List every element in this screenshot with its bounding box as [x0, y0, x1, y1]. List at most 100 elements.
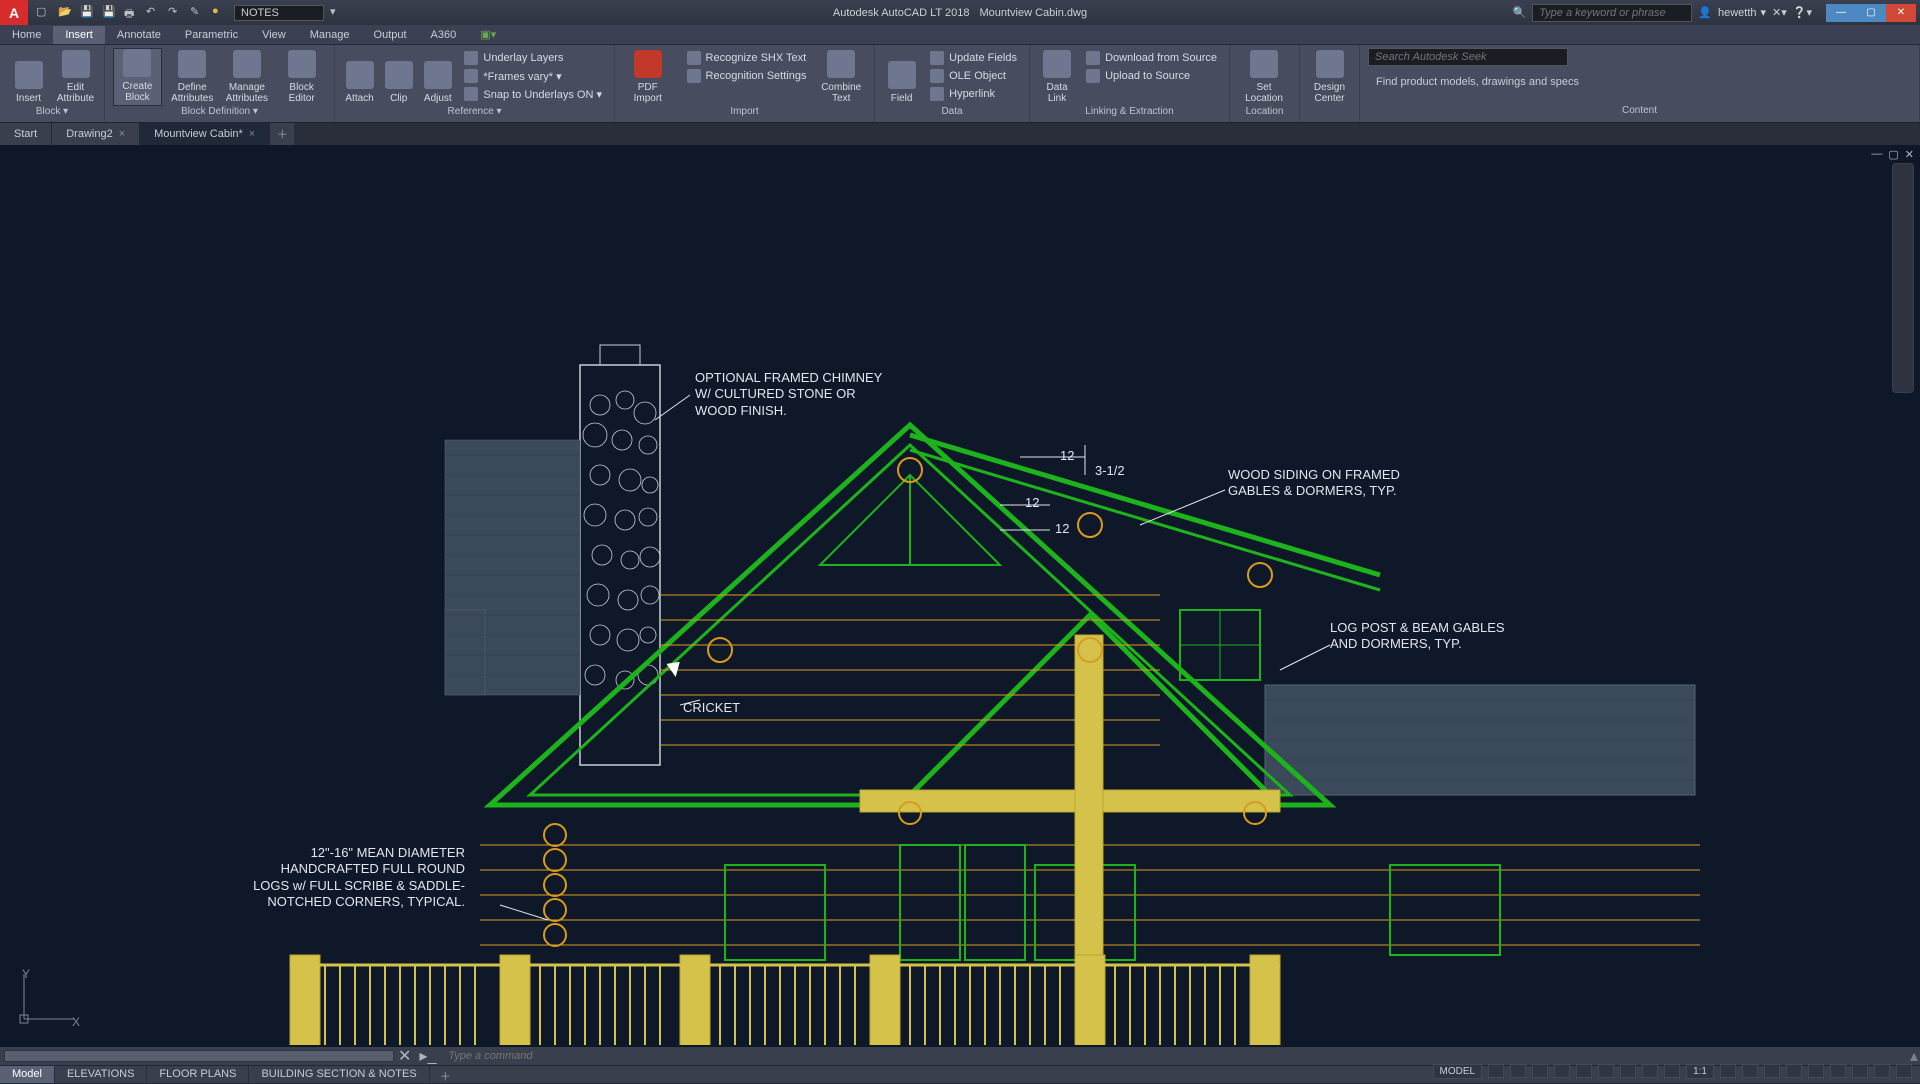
- polar-icon[interactable]: [1554, 1064, 1570, 1078]
- set-location-button[interactable]: Set Location: [1238, 48, 1290, 106]
- clip-button[interactable]: Clip: [382, 48, 415, 106]
- open-icon[interactable]: 📂: [58, 5, 74, 21]
- hyperlink-button[interactable]: Hyperlink: [926, 86, 1021, 102]
- seek-search-input[interactable]: [1368, 48, 1568, 66]
- app-logo[interactable]: A: [0, 0, 28, 25]
- layout-tab-floorplans[interactable]: FLOOR PLANS: [147, 1066, 249, 1083]
- underlay-layers-button[interactable]: Underlay Layers: [460, 50, 606, 66]
- combine-text-button[interactable]: Combine Text: [816, 48, 866, 106]
- data-link-button[interactable]: Data Link: [1038, 48, 1076, 106]
- match-icon[interactable]: ✎: [190, 5, 206, 21]
- lock-icon[interactable]: [1808, 1064, 1824, 1078]
- new-tab-button[interactable]: ＋: [270, 123, 294, 145]
- tab-manage[interactable]: Manage: [298, 26, 362, 44]
- status-model[interactable]: MODEL: [1433, 1064, 1483, 1079]
- tab-featured-icon[interactable]: ▣▾: [468, 25, 508, 44]
- save-icon[interactable]: 💾: [80, 5, 96, 21]
- close-icon[interactable]: ×: [249, 128, 255, 140]
- panel-block-title[interactable]: Block ▾: [8, 106, 96, 122]
- transparency-icon[interactable]: [1642, 1064, 1658, 1078]
- cmd-close-icon[interactable]: ✕: [394, 1046, 415, 1066]
- qat-dropdown-icon[interactable]: ▾: [330, 5, 346, 21]
- window-minimize-button[interactable]: —: [1826, 4, 1856, 22]
- tab-insert[interactable]: Insert: [53, 26, 105, 44]
- update-fields-button[interactable]: Update Fields: [926, 50, 1021, 66]
- model-scrollbar[interactable]: [4, 1050, 394, 1062]
- pdf-import-button[interactable]: PDF Import: [623, 48, 673, 106]
- new-icon[interactable]: ▢: [36, 5, 52, 21]
- recognize-shx-button[interactable]: Recognize SHX Text: [683, 50, 811, 66]
- file-tab-start[interactable]: Start: [0, 123, 52, 145]
- recognition-settings-button[interactable]: Recognition Settings: [683, 68, 811, 84]
- file-title: Mountview Cabin.dwg: [979, 7, 1087, 19]
- design-center-button[interactable]: Design Center: [1308, 48, 1351, 106]
- block-editor-button[interactable]: Block Editor: [277, 48, 326, 106]
- layer-icon[interactable]: ●: [212, 5, 228, 21]
- anno-scale[interactable]: 1:1: [1686, 1064, 1714, 1079]
- download-source-button[interactable]: Download from Source: [1082, 50, 1221, 66]
- infocenter-icon[interactable]: 🔍: [1513, 6, 1527, 19]
- saveas-icon[interactable]: 💾: [102, 5, 118, 21]
- dim-12-mid: 12: [1025, 495, 1039, 510]
- workspace-icon[interactable]: [1720, 1064, 1736, 1078]
- drawing-canvas[interactable]: — ▢ ✕: [0, 145, 1920, 1047]
- cleanscreen-icon[interactable]: [1874, 1064, 1890, 1078]
- cycling-icon[interactable]: [1664, 1064, 1680, 1078]
- ole-object-button[interactable]: OLE Object: [926, 68, 1021, 84]
- layout-tab-section[interactable]: BUILDING SECTION & NOTES: [249, 1066, 429, 1083]
- define-attributes-button[interactable]: Define Attributes: [168, 48, 217, 106]
- panel-data-title: Data: [883, 106, 1021, 122]
- quickprops-icon[interactable]: [1786, 1064, 1802, 1078]
- tab-output[interactable]: Output: [362, 26, 419, 44]
- tab-a360[interactable]: A360: [419, 26, 469, 44]
- manage-attributes-button[interactable]: Manage Attributes: [223, 48, 272, 106]
- panel-reference-title[interactable]: Reference ▾: [343, 106, 606, 122]
- window-close-button[interactable]: ✕: [1886, 4, 1916, 22]
- edit-attribute-button[interactable]: Edit Attribute: [55, 48, 96, 106]
- adjust-button[interactable]: Adjust: [421, 48, 454, 106]
- ortho-icon[interactable]: [1532, 1064, 1548, 1078]
- frames-vary-button[interactable]: *Frames vary* ▾: [460, 68, 606, 84]
- attach-button[interactable]: Attach: [343, 48, 376, 106]
- annomonitor-icon[interactable]: [1742, 1064, 1758, 1078]
- search-input[interactable]: [1532, 4, 1692, 22]
- insert-block-button[interactable]: Insert: [8, 48, 49, 106]
- tab-parametric[interactable]: Parametric: [173, 26, 250, 44]
- snap-icon[interactable]: [1510, 1064, 1526, 1078]
- exchange-icon[interactable]: ✕▾: [1772, 6, 1787, 19]
- layout-tab-model[interactable]: Model: [0, 1066, 55, 1083]
- ribbon: Insert Edit Attribute Block ▾ Create Blo…: [0, 45, 1920, 123]
- create-block-button[interactable]: Create Block: [113, 48, 162, 106]
- close-icon[interactable]: ×: [119, 128, 125, 140]
- command-input[interactable]: [440, 1050, 1908, 1062]
- annotation-logs: 12"-16" MEAN DIAMETER HANDCRAFTED FULL R…: [245, 845, 465, 910]
- grid-icon[interactable]: [1488, 1064, 1504, 1078]
- tab-annotate[interactable]: Annotate: [105, 26, 173, 44]
- user-name[interactable]: hewetth: [1718, 7, 1757, 19]
- help-icon[interactable]: ❔▾: [1793, 6, 1812, 19]
- tab-view[interactable]: View: [250, 26, 298, 44]
- lineweight-icon[interactable]: [1620, 1064, 1636, 1078]
- signin-icon[interactable]: 👤: [1698, 6, 1712, 19]
- panel-blockdef-title[interactable]: Block Definition ▾: [113, 106, 326, 122]
- file-tab-mountview[interactable]: Mountview Cabin*×: [140, 123, 270, 145]
- undo-icon[interactable]: ↶: [146, 5, 162, 21]
- field-button[interactable]: Field: [883, 48, 920, 106]
- window-maximize-button[interactable]: ▢: [1856, 4, 1886, 22]
- snap-underlays-button[interactable]: Snap to Underlays ON ▾: [460, 86, 606, 102]
- dim-12-low: 12: [1055, 521, 1069, 536]
- isolate-icon[interactable]: [1830, 1064, 1846, 1078]
- upload-source-button[interactable]: Upload to Source: [1082, 68, 1221, 84]
- osnap-icon[interactable]: [1598, 1064, 1614, 1078]
- hardware-icon[interactable]: [1852, 1064, 1868, 1078]
- tab-home[interactable]: Home: [0, 26, 53, 44]
- layout-add-button[interactable]: ＋: [430, 1066, 461, 1083]
- layout-tab-elevations[interactable]: ELEVATIONS: [55, 1066, 147, 1083]
- customize-icon[interactable]: [1896, 1064, 1912, 1078]
- layer-combo[interactable]: NOTES: [234, 5, 324, 21]
- isoplane-icon[interactable]: [1576, 1064, 1592, 1078]
- file-tab-drawing2[interactable]: Drawing2×: [52, 123, 140, 145]
- redo-icon[interactable]: ↷: [168, 5, 184, 21]
- plot-icon[interactable]: 🖶: [124, 5, 140, 21]
- units-icon[interactable]: [1764, 1064, 1780, 1078]
